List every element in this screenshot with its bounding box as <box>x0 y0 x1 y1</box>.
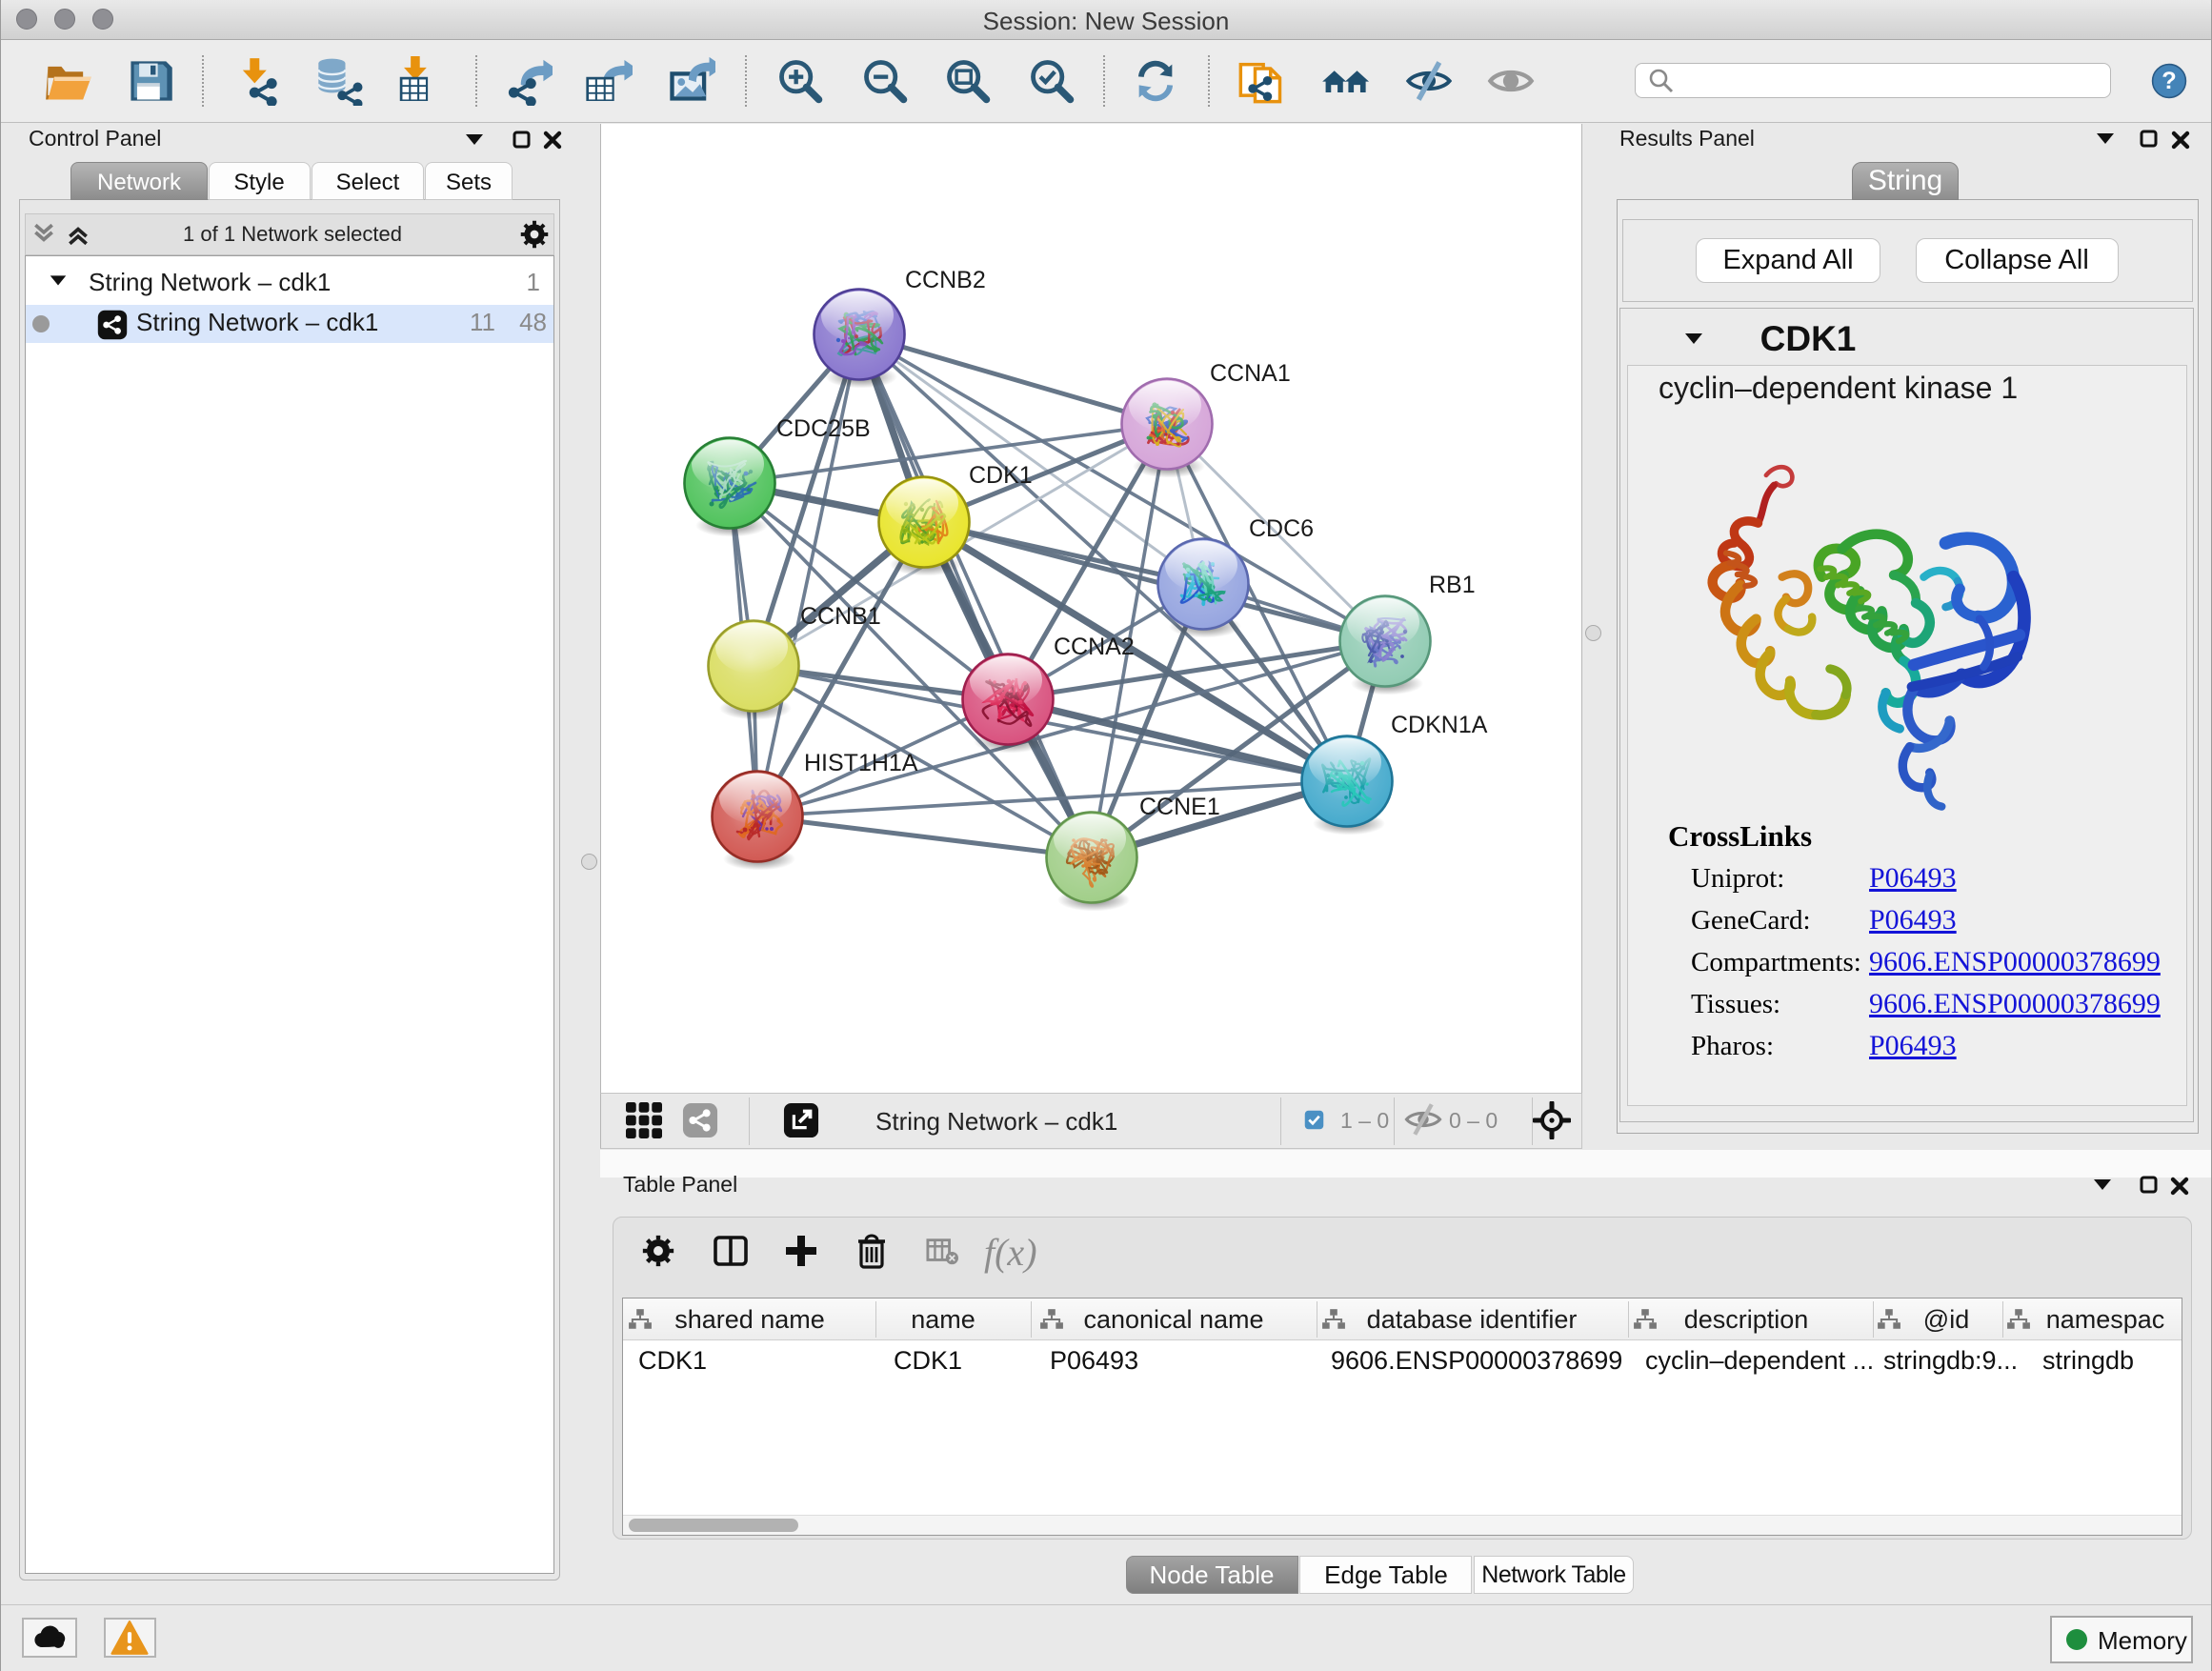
svg-text:?: ? <box>2162 68 2176 94</box>
svg-text:HIST1H1A: HIST1H1A <box>804 750 918 776</box>
svg-text:CDC6: CDC6 <box>1249 515 1314 542</box>
svg-text:CDK1: CDK1 <box>969 462 1033 489</box>
svg-text:CCNB2: CCNB2 <box>905 267 986 293</box>
svg-text:CDC25B: CDC25B <box>776 415 871 442</box>
svg-text:CCNA1: CCNA1 <box>1210 360 1291 387</box>
svg-text:CCNE1: CCNE1 <box>1139 794 1220 820</box>
svg-text:RB1: RB1 <box>1429 572 1476 598</box>
svg-text:CDKN1A: CDKN1A <box>1391 712 1488 738</box>
svg-text:CCNB1: CCNB1 <box>800 603 881 630</box>
svg-text:CCNA2: CCNA2 <box>1054 634 1135 660</box>
